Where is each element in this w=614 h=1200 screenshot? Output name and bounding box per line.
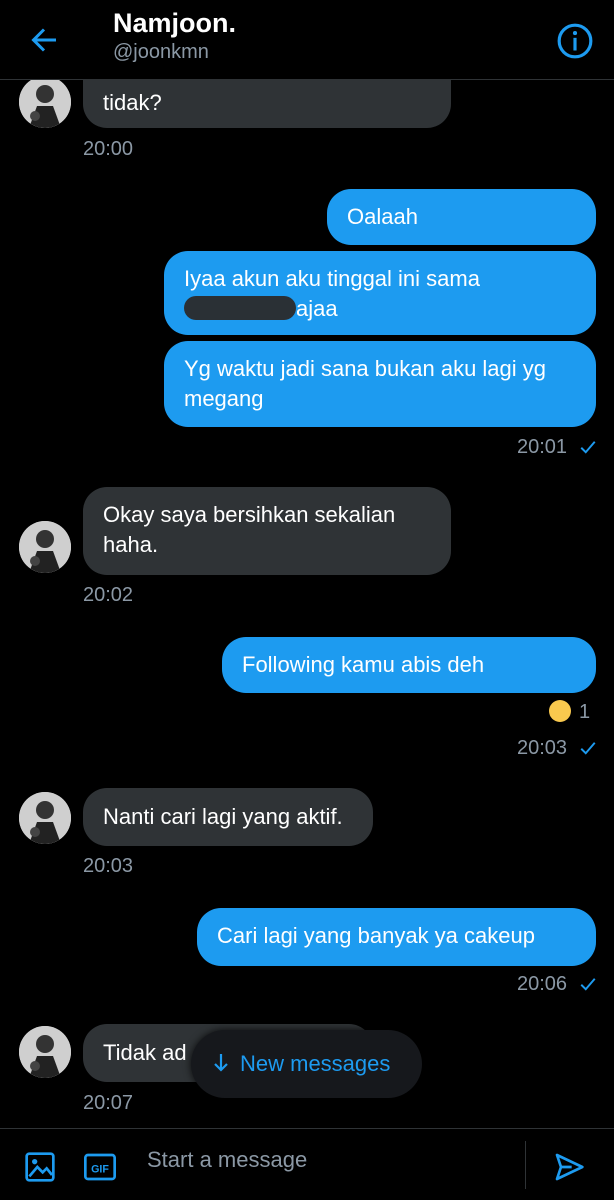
divider: [525, 1141, 526, 1189]
message-bubble-outgoing[interactable]: Iyaa akun aku tinggal ini sama ajaa: [164, 251, 596, 335]
message-bubble-outgoing[interactable]: Oalaah: [327, 189, 596, 245]
message-timestamp: 20:00: [83, 138, 134, 160]
new-messages-label: New messages: [240, 1051, 391, 1076]
conversation-header: Namjoon. @joonkmn: [0, 0, 614, 80]
contact-name[interactable]: Namjoon.: [113, 8, 236, 39]
message-text: Following kamu abis deh: [242, 652, 485, 677]
avatar[interactable]: [19, 1026, 71, 1078]
sent-check-icon: [580, 441, 596, 454]
message-timestamp: 20:01: [517, 436, 568, 458]
message-bubble-outgoing[interactable]: Following kamu abis deh: [222, 637, 596, 693]
new-messages-button[interactable]: New messages: [191, 1030, 422, 1098]
gif-icon[interactable]: GIF: [84, 1151, 116, 1183]
sent-check-icon: [580, 742, 596, 755]
message-text: Cari lagi yang banyak ya cakeup: [217, 923, 535, 948]
contact-handle[interactable]: @joonkmn: [113, 41, 209, 64]
message-bubble-outgoing[interactable]: Cari lagi yang banyak ya cakeup: [197, 908, 596, 966]
avatar[interactable]: [19, 521, 71, 573]
avatar[interactable]: [19, 792, 71, 844]
avatar-photo-icon: [19, 76, 71, 128]
message-composer: GIF Start a message: [0, 1128, 614, 1200]
message-bubble-incoming[interactable]: Okay saya bersihkan sekalian haha.: [83, 487, 451, 575]
message-timestamp: 20:02: [83, 584, 134, 606]
info-icon[interactable]: [556, 22, 594, 60]
message-text: Iyaa akun aku tinggal ini sama: [184, 266, 480, 291]
sent-check-icon: [580, 978, 596, 991]
message-text: Nanti cari lagi yang aktif.: [103, 804, 343, 829]
avatar-photo-icon: [19, 1026, 71, 1078]
laughing-emoji-icon: [549, 699, 571, 722]
back-arrow-icon[interactable]: [26, 22, 62, 58]
arrow-down-icon: [214, 1054, 228, 1072]
message-timestamp: 20:06: [517, 973, 568, 995]
message-timestamp: 20:03: [517, 737, 568, 759]
message-bubble-outgoing[interactable]: Yg waktu jadi sana bukan aku lagi yg meg…: [164, 341, 596, 427]
reaction-count: 1: [579, 701, 591, 723]
message-text: ajaa: [296, 296, 338, 321]
redaction-mark: [184, 296, 296, 321]
image-icon[interactable]: [24, 1151, 56, 1183]
reaction-badge[interactable]: 1: [549, 699, 591, 724]
message-timestamp: 20:07: [83, 1092, 134, 1114]
message-input[interactable]: Start a message: [147, 1147, 307, 1173]
avatar-photo-icon: [19, 792, 71, 844]
message-timestamp: 20:03: [83, 855, 134, 877]
message-bubble-incoming[interactable]: Nanti cari lagi yang aktif.: [83, 788, 373, 846]
avatar-photo-icon: [19, 521, 71, 573]
message-text: Oalaah: [347, 204, 418, 229]
gif-label: GIF: [91, 1163, 109, 1175]
message-text: Tidak ad: [103, 1040, 187, 1065]
message-text: tidak?: [103, 90, 162, 115]
send-icon[interactable]: [553, 1151, 585, 1183]
message-text: Yg waktu jadi sana bukan aku lagi yg meg…: [184, 356, 547, 411]
avatar[interactable]: [19, 76, 71, 128]
message-text: Okay saya bersihkan sekalian haha.: [103, 502, 396, 557]
